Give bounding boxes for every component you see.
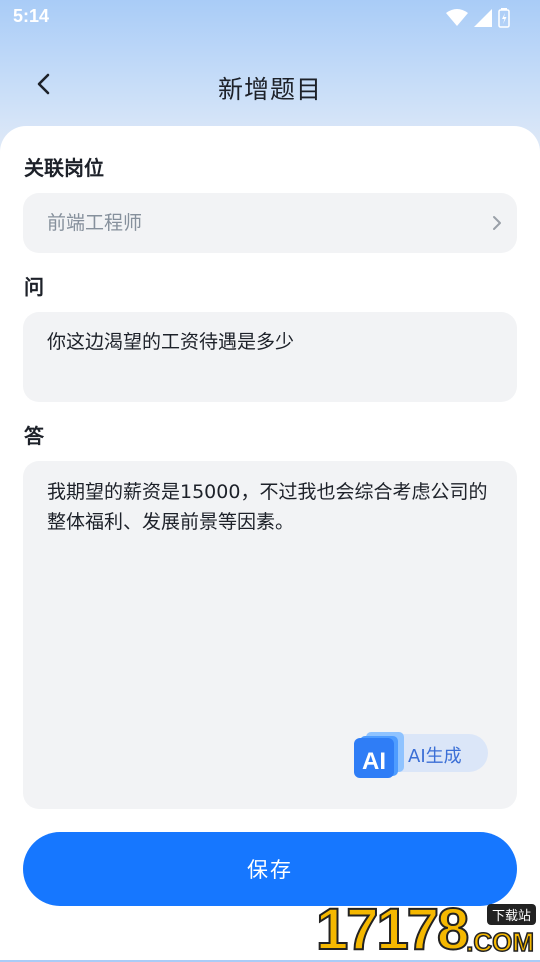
position-label: 关联岗位	[24, 156, 104, 180]
watermark-logo: 17178 下载站 .COM	[315, 897, 540, 962]
save-button[interactable]: 保存	[23, 832, 517, 906]
answer-textarea-value: 我期望的薪资是15000，不过我也会综合考虑公司的整体福利、发展前景等因素。	[47, 481, 488, 533]
ai-generate-label: AI生成	[408, 746, 462, 767]
status-icons	[446, 8, 510, 32]
question-input[interactable]: 你这边渴望的工资待遇是多少	[23, 312, 517, 402]
watermark-digits: 17178	[315, 897, 470, 962]
chevron-right-icon	[491, 213, 503, 237]
watermark-domain: .COM	[465, 926, 534, 958]
question-label: 问	[24, 275, 44, 299]
page-title: 新增题目	[217, 75, 322, 104]
battery-icon	[498, 8, 510, 32]
status-bar: 5:14	[0, 0, 540, 36]
position-select[interactable]: 前端工程师	[23, 193, 517, 253]
question-input-value: 你这边渴望的工资待遇是多少	[47, 331, 295, 353]
ai-icon: AI	[352, 728, 408, 784]
answer-label: 答	[24, 424, 44, 448]
position-select-value: 前端工程师	[47, 212, 143, 234]
status-time: 5:14	[13, 6, 50, 26]
watermark-tag: 下载站	[486, 904, 536, 925]
svg-text:AI: AI	[362, 748, 386, 775]
wifi-icon	[446, 9, 468, 31]
signal-icon	[474, 9, 492, 31]
header: 新增题目	[0, 56, 540, 120]
ai-generate-button[interactable]: AI AI生成	[352, 732, 488, 778]
